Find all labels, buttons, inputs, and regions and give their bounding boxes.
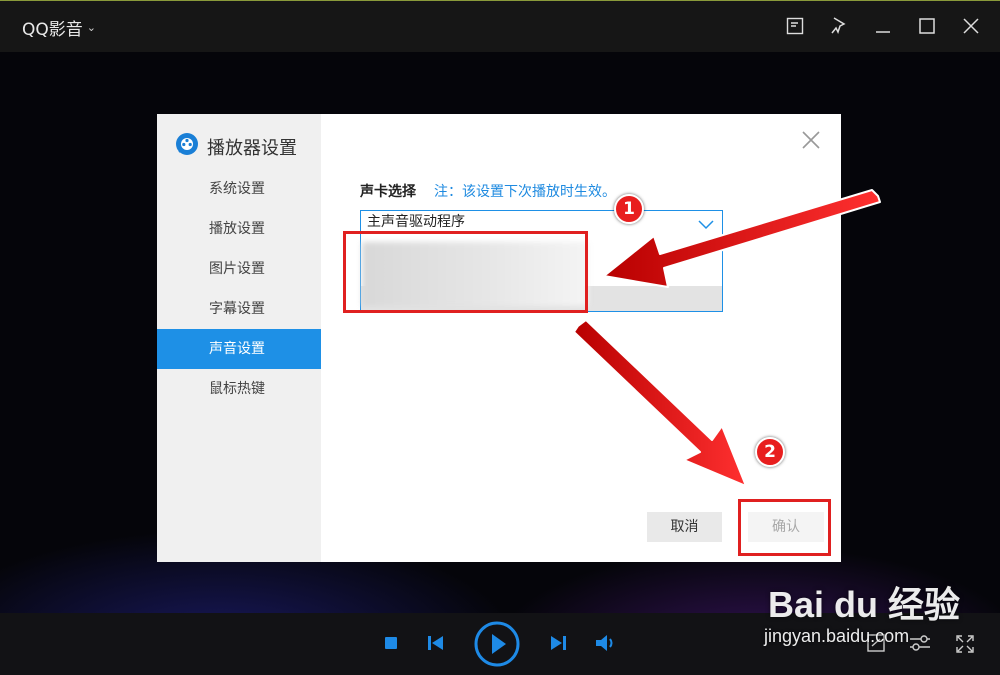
annotation-badge-2: 2 [755, 437, 785, 467]
annotation-arrow-1 [603, 189, 881, 288]
annotation-badge-1: 1 [614, 194, 644, 224]
annotation-arrows [573, 189, 881, 487]
annotation-arrow-2 [573, 319, 747, 487]
